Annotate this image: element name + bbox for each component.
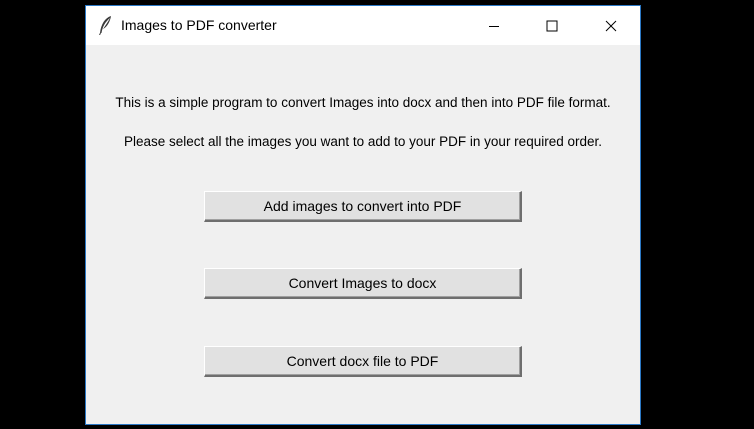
maximize-icon bbox=[546, 20, 558, 31]
instruction-text: Please select all the images you want to… bbox=[123, 134, 602, 149]
maximize-button[interactable] bbox=[529, 6, 575, 45]
convert-docx-to-pdf-button[interactable]: Convert docx file to PDF bbox=[204, 346, 522, 377]
title-bar[interactable]: Images to PDF converter bbox=[86, 6, 640, 45]
app-window: Images to PDF converter This is a simple… bbox=[85, 5, 641, 425]
close-icon bbox=[605, 20, 617, 31]
minimize-button[interactable] bbox=[471, 6, 517, 45]
description-text: This is a simple program to convert Imag… bbox=[115, 95, 611, 110]
add-images-button[interactable]: Add images to convert into PDF bbox=[204, 191, 522, 222]
convert-to-docx-button[interactable]: Convert Images to docx bbox=[204, 268, 522, 299]
main-content: This is a simple program to convert Imag… bbox=[86, 45, 640, 425]
minimize-icon bbox=[489, 25, 499, 27]
close-button[interactable] bbox=[588, 6, 634, 45]
window-title: Images to PDF converter bbox=[121, 17, 277, 33]
feather-icon bbox=[98, 15, 114, 36]
